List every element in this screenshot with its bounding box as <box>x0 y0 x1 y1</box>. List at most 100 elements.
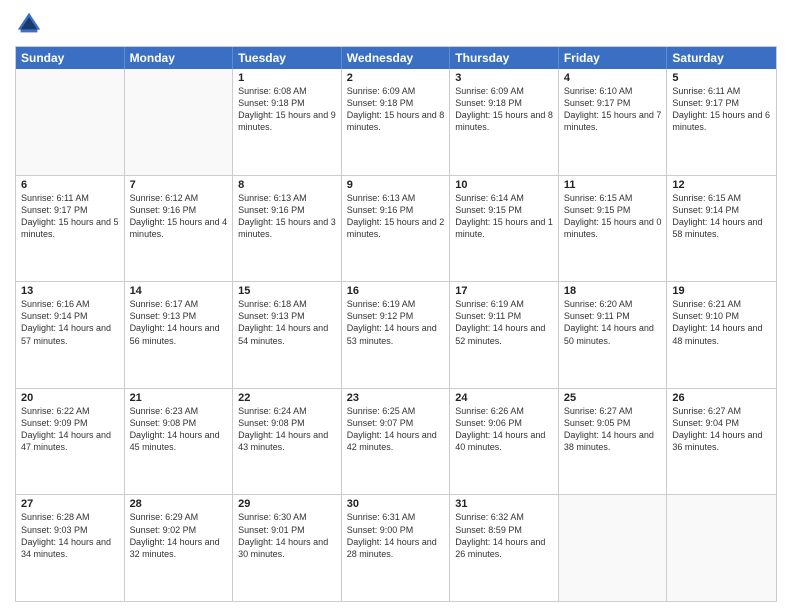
day-number: 31 <box>455 498 553 510</box>
day-info: Sunrise: 6:25 AM Sunset: 9:07 PM Dayligh… <box>347 405 445 454</box>
day-number: 26 <box>672 392 771 404</box>
day-number: 1 <box>238 72 336 84</box>
day-number: 3 <box>455 72 553 84</box>
day-info: Sunrise: 6:09 AM Sunset: 9:18 PM Dayligh… <box>347 85 445 134</box>
header-day-friday: Friday <box>559 47 668 69</box>
day-info: Sunrise: 6:29 AM Sunset: 9:02 PM Dayligh… <box>130 511 228 560</box>
day-info: Sunrise: 6:11 AM Sunset: 9:17 PM Dayligh… <box>21 192 119 241</box>
calendar-cell: 10Sunrise: 6:14 AM Sunset: 9:15 PM Dayli… <box>450 176 559 282</box>
calendar-cell: 3Sunrise: 6:09 AM Sunset: 9:18 PM Daylig… <box>450 69 559 175</box>
day-number: 11 <box>564 179 662 191</box>
day-info: Sunrise: 6:23 AM Sunset: 9:08 PM Dayligh… <box>130 405 228 454</box>
day-number: 29 <box>238 498 336 510</box>
day-info: Sunrise: 6:08 AM Sunset: 9:18 PM Dayligh… <box>238 85 336 134</box>
header <box>15 10 777 38</box>
calendar-cell: 27Sunrise: 6:28 AM Sunset: 9:03 PM Dayli… <box>16 495 125 601</box>
day-number: 9 <box>347 179 445 191</box>
day-info: Sunrise: 6:12 AM Sunset: 9:16 PM Dayligh… <box>130 192 228 241</box>
day-number: 18 <box>564 285 662 297</box>
calendar-cell: 6Sunrise: 6:11 AM Sunset: 9:17 PM Daylig… <box>16 176 125 282</box>
calendar-cell: 31Sunrise: 6:32 AM Sunset: 8:59 PM Dayli… <box>450 495 559 601</box>
day-number: 22 <box>238 392 336 404</box>
header-day-sunday: Sunday <box>16 47 125 69</box>
day-number: 6 <box>21 179 119 191</box>
calendar-cell: 28Sunrise: 6:29 AM Sunset: 9:02 PM Dayli… <box>125 495 234 601</box>
calendar-cell: 24Sunrise: 6:26 AM Sunset: 9:06 PM Dayli… <box>450 389 559 495</box>
page: SundayMondayTuesdayWednesdayThursdayFrid… <box>0 0 792 612</box>
day-info: Sunrise: 6:13 AM Sunset: 9:16 PM Dayligh… <box>238 192 336 241</box>
day-info: Sunrise: 6:10 AM Sunset: 9:17 PM Dayligh… <box>564 85 662 134</box>
day-number: 20 <box>21 392 119 404</box>
day-number: 14 <box>130 285 228 297</box>
calendar-row-4: 20Sunrise: 6:22 AM Sunset: 9:09 PM Dayli… <box>16 388 776 495</box>
day-info: Sunrise: 6:32 AM Sunset: 8:59 PM Dayligh… <box>455 511 553 560</box>
calendar-cell: 25Sunrise: 6:27 AM Sunset: 9:05 PM Dayli… <box>559 389 668 495</box>
day-info: Sunrise: 6:09 AM Sunset: 9:18 PM Dayligh… <box>455 85 553 134</box>
logo-icon <box>15 10 43 38</box>
logo <box>15 10 47 38</box>
day-number: 21 <box>130 392 228 404</box>
calendar-cell: 30Sunrise: 6:31 AM Sunset: 9:00 PM Dayli… <box>342 495 451 601</box>
day-info: Sunrise: 6:15 AM Sunset: 9:15 PM Dayligh… <box>564 192 662 241</box>
calendar-cell: 9Sunrise: 6:13 AM Sunset: 9:16 PM Daylig… <box>342 176 451 282</box>
calendar-row-3: 13Sunrise: 6:16 AM Sunset: 9:14 PM Dayli… <box>16 281 776 388</box>
day-number: 30 <box>347 498 445 510</box>
day-number: 12 <box>672 179 771 191</box>
day-info: Sunrise: 6:28 AM Sunset: 9:03 PM Dayligh… <box>21 511 119 560</box>
calendar-cell: 7Sunrise: 6:12 AM Sunset: 9:16 PM Daylig… <box>125 176 234 282</box>
day-number: 19 <box>672 285 771 297</box>
day-number: 17 <box>455 285 553 297</box>
calendar-cell: 5Sunrise: 6:11 AM Sunset: 9:17 PM Daylig… <box>667 69 776 175</box>
day-info: Sunrise: 6:17 AM Sunset: 9:13 PM Dayligh… <box>130 298 228 347</box>
day-info: Sunrise: 6:31 AM Sunset: 9:00 PM Dayligh… <box>347 511 445 560</box>
header-day-saturday: Saturday <box>667 47 776 69</box>
day-number: 10 <box>455 179 553 191</box>
day-info: Sunrise: 6:16 AM Sunset: 9:14 PM Dayligh… <box>21 298 119 347</box>
header-day-tuesday: Tuesday <box>233 47 342 69</box>
calendar-cell <box>125 69 234 175</box>
calendar-cell <box>559 495 668 601</box>
day-info: Sunrise: 6:24 AM Sunset: 9:08 PM Dayligh… <box>238 405 336 454</box>
calendar: SundayMondayTuesdayWednesdayThursdayFrid… <box>15 46 777 602</box>
day-number: 27 <box>21 498 119 510</box>
calendar-row-1: 1Sunrise: 6:08 AM Sunset: 9:18 PM Daylig… <box>16 69 776 175</box>
calendar-cell: 26Sunrise: 6:27 AM Sunset: 9:04 PM Dayli… <box>667 389 776 495</box>
day-info: Sunrise: 6:21 AM Sunset: 9:10 PM Dayligh… <box>672 298 771 347</box>
calendar-cell: 20Sunrise: 6:22 AM Sunset: 9:09 PM Dayli… <box>16 389 125 495</box>
day-number: 4 <box>564 72 662 84</box>
calendar-cell: 13Sunrise: 6:16 AM Sunset: 9:14 PM Dayli… <box>16 282 125 388</box>
calendar-cell: 22Sunrise: 6:24 AM Sunset: 9:08 PM Dayli… <box>233 389 342 495</box>
calendar-cell: 18Sunrise: 6:20 AM Sunset: 9:11 PM Dayli… <box>559 282 668 388</box>
day-number: 7 <box>130 179 228 191</box>
day-info: Sunrise: 6:19 AM Sunset: 9:11 PM Dayligh… <box>455 298 553 347</box>
day-info: Sunrise: 6:18 AM Sunset: 9:13 PM Dayligh… <box>238 298 336 347</box>
calendar-cell: 21Sunrise: 6:23 AM Sunset: 9:08 PM Dayli… <box>125 389 234 495</box>
day-number: 28 <box>130 498 228 510</box>
day-info: Sunrise: 6:14 AM Sunset: 9:15 PM Dayligh… <box>455 192 553 241</box>
day-number: 5 <box>672 72 771 84</box>
calendar-cell: 11Sunrise: 6:15 AM Sunset: 9:15 PM Dayli… <box>559 176 668 282</box>
day-number: 16 <box>347 285 445 297</box>
day-info: Sunrise: 6:26 AM Sunset: 9:06 PM Dayligh… <box>455 405 553 454</box>
day-number: 23 <box>347 392 445 404</box>
calendar-cell: 19Sunrise: 6:21 AM Sunset: 9:10 PM Dayli… <box>667 282 776 388</box>
day-number: 25 <box>564 392 662 404</box>
day-info: Sunrise: 6:27 AM Sunset: 9:04 PM Dayligh… <box>672 405 771 454</box>
calendar-cell <box>667 495 776 601</box>
day-info: Sunrise: 6:11 AM Sunset: 9:17 PM Dayligh… <box>672 85 771 134</box>
day-info: Sunrise: 6:19 AM Sunset: 9:12 PM Dayligh… <box>347 298 445 347</box>
calendar-cell: 4Sunrise: 6:10 AM Sunset: 9:17 PM Daylig… <box>559 69 668 175</box>
calendar-body: 1Sunrise: 6:08 AM Sunset: 9:18 PM Daylig… <box>16 69 776 601</box>
header-day-thursday: Thursday <box>450 47 559 69</box>
calendar-cell: 15Sunrise: 6:18 AM Sunset: 9:13 PM Dayli… <box>233 282 342 388</box>
header-day-monday: Monday <box>125 47 234 69</box>
day-info: Sunrise: 6:20 AM Sunset: 9:11 PM Dayligh… <box>564 298 662 347</box>
day-number: 13 <box>21 285 119 297</box>
calendar-cell: 29Sunrise: 6:30 AM Sunset: 9:01 PM Dayli… <box>233 495 342 601</box>
calendar-cell: 16Sunrise: 6:19 AM Sunset: 9:12 PM Dayli… <box>342 282 451 388</box>
day-number: 2 <box>347 72 445 84</box>
day-number: 8 <box>238 179 336 191</box>
day-number: 15 <box>238 285 336 297</box>
day-info: Sunrise: 6:27 AM Sunset: 9:05 PM Dayligh… <box>564 405 662 454</box>
calendar-cell: 17Sunrise: 6:19 AM Sunset: 9:11 PM Dayli… <box>450 282 559 388</box>
